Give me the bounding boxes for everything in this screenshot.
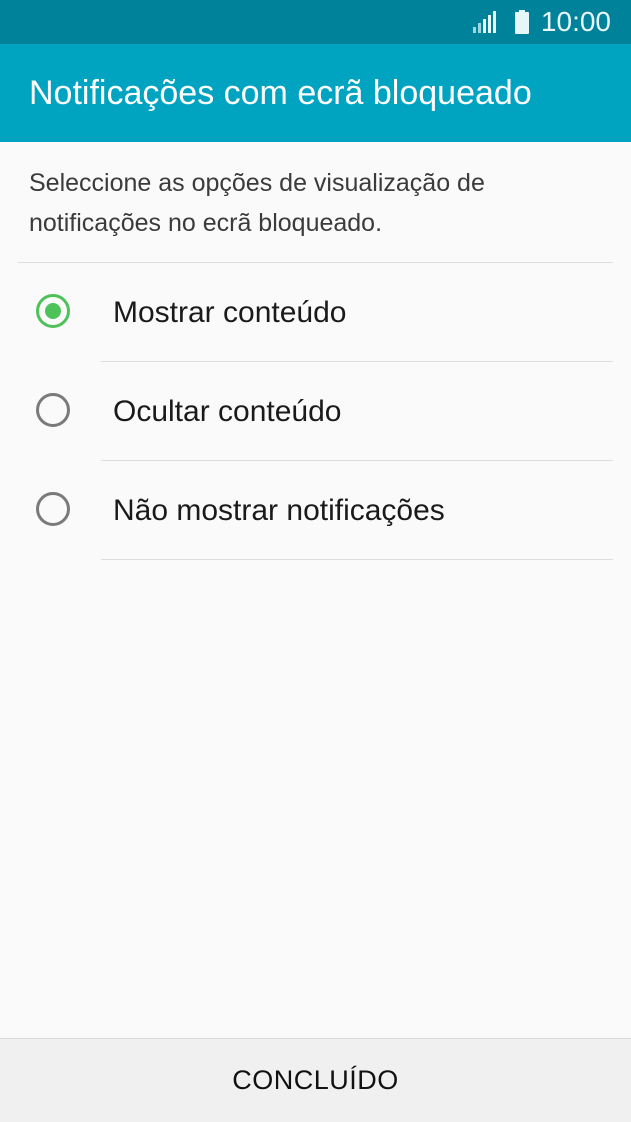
option-label: Ocultar conteúdo <box>113 395 342 428</box>
option-hide-content[interactable]: Ocultar conteúdo <box>0 362 631 461</box>
status-clock: 10:00 <box>540 6 611 37</box>
description-text: Seleccione as opções de visualização de … <box>29 169 485 237</box>
page-title: Notificações com ecrã bloqueado <box>29 74 532 112</box>
divider <box>101 559 613 560</box>
radio-button[interactable] <box>36 492 70 526</box>
status-icons: 10:00 <box>472 0 611 44</box>
bottom-bar: CONCLUÍDO <box>0 1038 631 1122</box>
radio-button[interactable] <box>36 393 70 427</box>
option-do-not-show-notifications[interactable]: Não mostrar notificações <box>0 461 631 560</box>
app-bar: Notificações com ecrã bloqueado <box>0 44 631 142</box>
option-label: Mostrar conteúdo <box>113 296 347 329</box>
radio-button-selected[interactable] <box>36 294 70 328</box>
battery-icon <box>514 10 529 34</box>
signal-icon <box>472 11 496 33</box>
status-bar: 10:00 <box>0 0 631 44</box>
option-label: Não mostrar notificações <box>113 494 445 527</box>
option-show-content[interactable]: Mostrar conteúdo <box>0 263 631 362</box>
done-button[interactable]: CONCLUÍDO <box>0 1039 631 1122</box>
